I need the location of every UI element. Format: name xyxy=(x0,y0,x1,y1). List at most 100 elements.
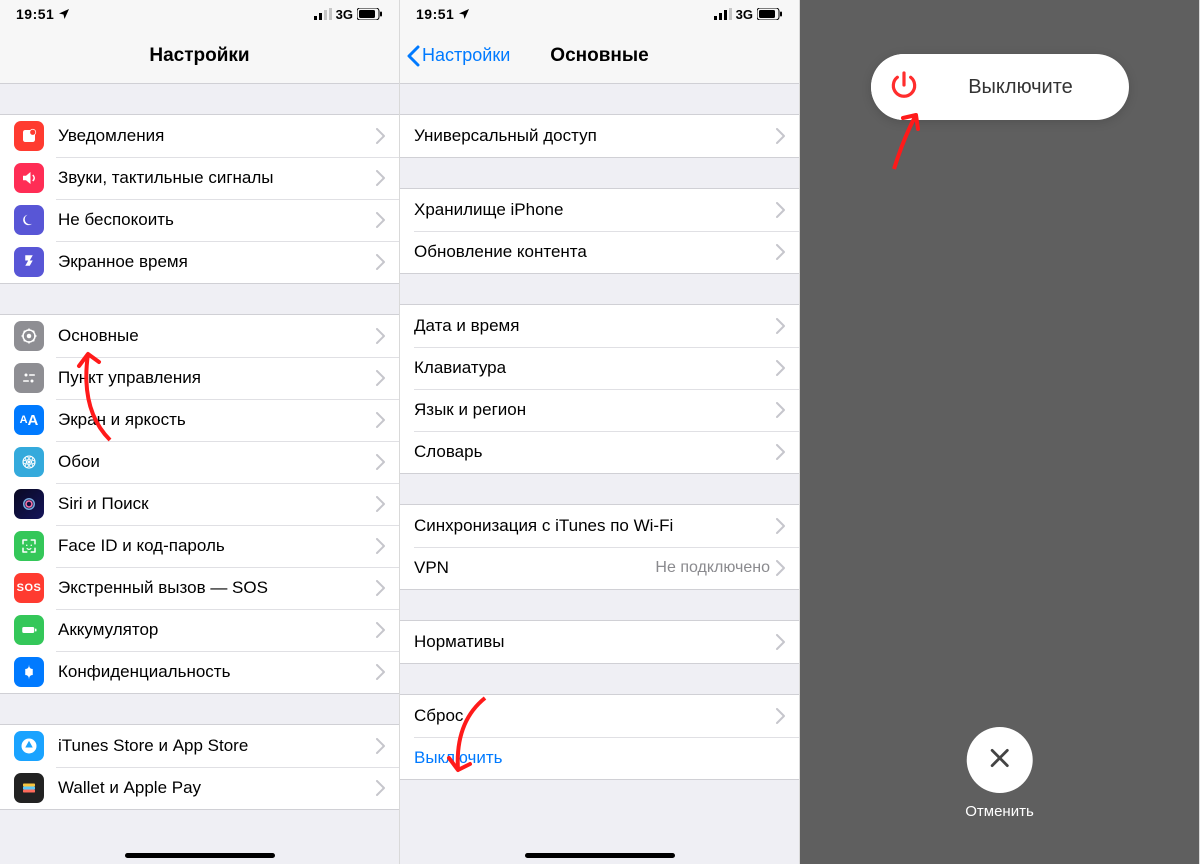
chevron-right-icon xyxy=(776,318,785,334)
row-label: Нормативы xyxy=(414,632,776,652)
row-label: Выключить xyxy=(414,748,785,768)
power-icon xyxy=(888,69,920,106)
settings-row-wallpaper[interactable]: Обои xyxy=(0,441,399,483)
dnd-icon xyxy=(14,205,44,235)
settings-row-screentime[interactable]: Экранное время xyxy=(0,241,399,283)
settings-row-dnd[interactable]: Не беспокоить xyxy=(0,199,399,241)
nav-header: Настройки xyxy=(0,28,399,84)
settings-row-general[interactable]: Основные xyxy=(0,315,399,357)
battery-icon xyxy=(14,615,44,645)
location-icon xyxy=(58,8,70,20)
row-label: Основные xyxy=(58,326,376,346)
group-reset: Сброс Выключить xyxy=(400,694,799,780)
row-value: Не подключено xyxy=(655,559,770,577)
back-button[interactable]: Настройки xyxy=(406,45,510,67)
general-row[interactable]: Сброс xyxy=(400,695,799,737)
group-sync: Синхронизация с iTunes по Wi-FiVPNНе под… xyxy=(400,504,799,590)
cancel-button[interactable] xyxy=(966,727,1032,793)
power-off-screen: Выключите Отменить xyxy=(800,0,1200,864)
display-icon: AA xyxy=(14,405,44,435)
group-locale: Дата и время Клавиатура Язык и регионСлова… xyxy=(400,304,799,474)
settings-row-privacy[interactable]: Конфиденциальность xyxy=(0,651,399,693)
chevron-right-icon xyxy=(776,708,785,724)
general-row[interactable]: Словарь xyxy=(400,431,799,473)
row-label: Пункт управления xyxy=(58,368,376,388)
location-icon xyxy=(458,8,470,20)
status-bar: 19:51 3G xyxy=(400,0,799,28)
chevron-right-icon xyxy=(376,580,385,596)
settings-row-sounds[interactable]: Звуки, тактильные сигналы xyxy=(0,157,399,199)
row-label: Уведомления xyxy=(58,126,376,146)
nav-header: Настройки Основные xyxy=(400,28,799,84)
general-row[interactable]: Хранилище iPhone xyxy=(400,189,799,231)
row-label: Клавиатура xyxy=(414,358,776,378)
network-label: 3G xyxy=(336,7,353,22)
general-icon xyxy=(14,321,44,351)
settings-row-controlcenter[interactable]: Пункт управления xyxy=(0,357,399,399)
faceid-icon xyxy=(14,531,44,561)
general-row[interactable]: Универсальный доступ xyxy=(400,115,799,157)
general-row[interactable]: Обновление контента xyxy=(400,231,799,273)
chevron-right-icon xyxy=(776,244,785,260)
group-storage: Хранилище iPhone Обновление контента xyxy=(400,188,799,274)
settings-row-battery[interactable]: Аккумулятор xyxy=(0,609,399,651)
general-row[interactable]: Выключить xyxy=(400,737,799,779)
settings-row-siri[interactable]: Siri и Поиск xyxy=(0,483,399,525)
sos-icon: SOS xyxy=(14,573,44,603)
chevron-right-icon xyxy=(376,454,385,470)
siri-icon xyxy=(14,489,44,519)
chevron-right-icon xyxy=(776,518,785,534)
battery-status-icon xyxy=(357,8,383,20)
wallet-icon xyxy=(14,773,44,803)
settings-row-faceid[interactable]: Face ID и код-пароль xyxy=(0,525,399,567)
status-time: 19:51 xyxy=(416,6,454,22)
chevron-right-icon xyxy=(776,444,785,460)
chevron-right-icon xyxy=(376,780,385,796)
row-label: Не беспокоить xyxy=(58,210,376,230)
row-label: Экран и яркость xyxy=(58,410,376,430)
chevron-right-icon xyxy=(376,496,385,512)
settings-row-display[interactable]: AA Экран и яркость xyxy=(0,399,399,441)
row-label: Аккумулятор xyxy=(58,620,376,640)
group-regulatory: Нормативы xyxy=(400,620,799,664)
battery-status-icon xyxy=(757,8,783,20)
settings-row-sos[interactable]: SOSЭкстренный вызов — SOS xyxy=(0,567,399,609)
settings-row-notifications[interactable]: Уведомления xyxy=(0,115,399,157)
general-row[interactable]: VPNНе подключено xyxy=(400,547,799,589)
back-label: Настройки xyxy=(422,45,510,66)
notifications-icon xyxy=(14,121,44,151)
group-notifications: Уведомления Звуки, тактильные сигналы Не б… xyxy=(0,114,399,284)
chevron-left-icon xyxy=(406,45,420,67)
chevron-right-icon xyxy=(376,738,385,754)
general-row[interactable]: Синхронизация с iTunes по Wi-Fi xyxy=(400,505,799,547)
chevron-right-icon xyxy=(776,560,785,576)
status-time: 19:51 xyxy=(16,6,54,22)
row-label: Экранное время xyxy=(58,252,376,272)
cancel-label: Отменить xyxy=(965,803,1034,820)
general-row[interactable]: Дата и время xyxy=(400,305,799,347)
status-bar: 19:51 3G xyxy=(0,0,399,28)
cancel-wrap: Отменить xyxy=(965,727,1034,820)
general-row[interactable]: Язык и регион xyxy=(400,389,799,431)
settings-row-wallet[interactable]: Wallet и Apple Pay xyxy=(0,767,399,809)
power-off-label: Выключите xyxy=(937,76,1129,99)
row-label: Конфиденциальность xyxy=(58,662,376,682)
settings-screen: 19:51 3G Настройки Уведомления Звуки, так… xyxy=(0,0,400,864)
page-title: Настройки xyxy=(149,45,249,67)
row-label: Хранилище iPhone xyxy=(414,200,776,220)
general-row[interactable]: Нормативы xyxy=(400,621,799,663)
row-label: iTunes Store и App Store xyxy=(58,736,376,756)
privacy-icon xyxy=(14,657,44,687)
chevron-right-icon xyxy=(376,412,385,428)
home-indicator[interactable] xyxy=(525,853,675,858)
chevron-right-icon xyxy=(776,202,785,218)
settings-row-appstore[interactable]: iTunes Store и App Store xyxy=(0,725,399,767)
home-indicator[interactable] xyxy=(125,853,275,858)
general-row[interactable]: Клавиатура xyxy=(400,347,799,389)
power-off-slider[interactable]: Выключите xyxy=(871,54,1129,120)
row-label: Face ID и код-пароль xyxy=(58,536,376,556)
screentime-icon xyxy=(14,247,44,277)
chevron-right-icon xyxy=(376,622,385,638)
row-label: Siri и Поиск xyxy=(58,494,376,514)
power-knob[interactable] xyxy=(871,54,937,120)
